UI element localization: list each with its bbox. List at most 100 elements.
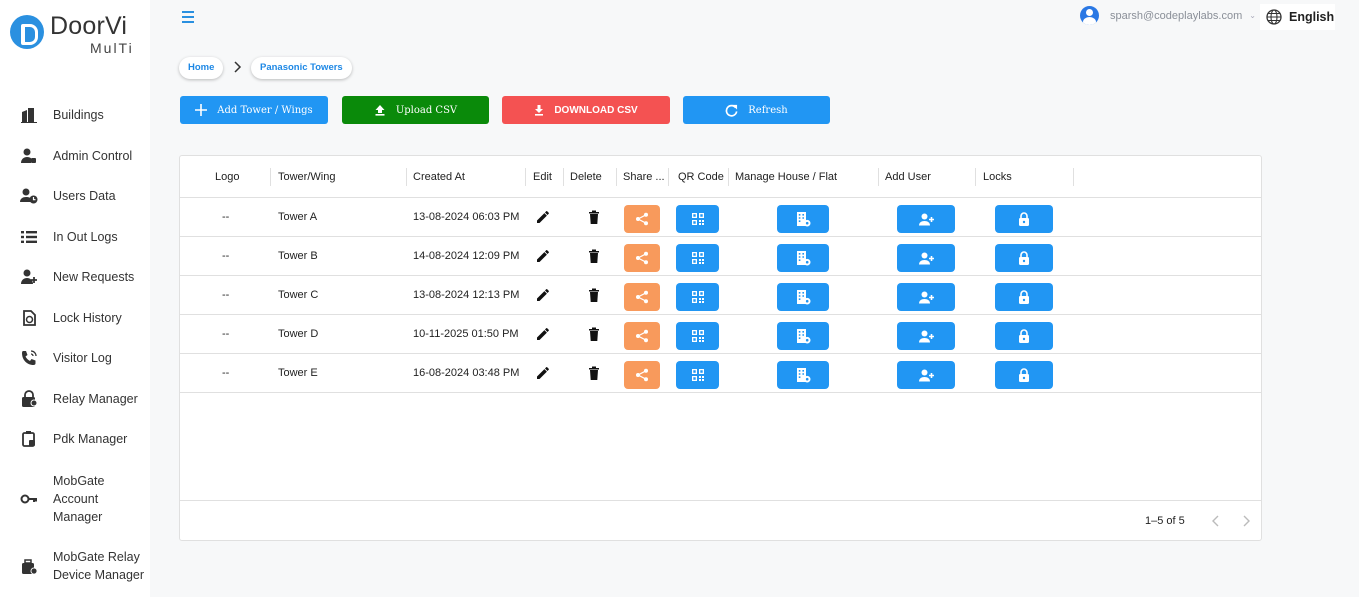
locks-button[interactable] [995,205,1053,233]
locks-button[interactable] [995,283,1053,311]
qr-code-button[interactable] [676,361,719,389]
chevron-right-icon [234,61,242,73]
share-button[interactable] [624,244,660,272]
sidebar-item-new-requests[interactable]: New Requests [0,268,150,286]
share-button[interactable] [624,361,660,389]
manage-house-button[interactable] [777,322,829,350]
sidebar-item-pdk-manager[interactable]: Pdk Manager [0,430,150,448]
refresh-button[interactable]: Refresh [683,96,830,124]
chevron-right-icon[interactable] [1239,514,1253,528]
chevron-down-icon: ⌄ [1249,11,1256,20]
locks-button[interactable] [995,244,1053,272]
manage-house-button[interactable] [777,205,829,233]
user-menu[interactable]: sparsh@codeplaylabs.com ⌄ [1080,6,1256,25]
column-header-locks[interactable]: Locks [983,156,1012,198]
share-button[interactable] [624,322,660,350]
edit-icon[interactable] [535,287,551,303]
row-created-at: 14-08-2024 12:09 PM [413,250,520,262]
sidebar-item-label: Lock History [53,311,122,325]
sidebar-item-users-data[interactable]: Users Data [0,187,150,205]
row-tower-name: Tower E [278,367,318,379]
column-header-edit[interactable]: Edit [533,156,552,198]
delete-icon[interactable] [586,365,602,381]
column-header-share[interactable]: Share ... [623,156,665,198]
add-tower-button[interactable]: Add Tower / Wings [180,96,328,124]
edit-icon[interactable] [535,248,551,264]
person-add-icon [21,269,37,284]
sidebar-item-mobgate-relay-device-manager[interactable]: MobGate Relay Device Manager [0,548,150,584]
qr-code-button[interactable] [676,244,719,272]
user-email: sparsh@codeplaylabs.com [1110,9,1243,22]
row-created-at: 16-08-2024 03:48 PM [413,367,520,379]
qr-code-icon [691,369,704,381]
add-user-button[interactable] [897,361,955,389]
add-user-button[interactable] [897,205,955,233]
edit-icon[interactable] [535,365,551,381]
sidebar-item-visitor-log[interactable]: Visitor Log [0,349,150,367]
share-icon [636,368,648,382]
share-button[interactable] [624,205,660,233]
sidebar-item-buildings[interactable]: Buildings [0,106,150,124]
download-csv-button[interactable]: DOWNLOAD CSV [502,96,670,124]
user-add-icon [918,291,934,303]
share-icon [636,329,648,343]
column-header-manage-house[interactable]: Manage House / Flat [735,156,837,198]
upload-csv-button[interactable]: Upload CSV [342,96,489,124]
app-logo[interactable]: DoorVi MulTi [10,14,134,55]
qr-code-button[interactable] [676,322,719,350]
delete-icon[interactable] [586,326,602,342]
upload-csv-label: Upload CSV [395,104,458,116]
globe-icon [1266,9,1282,25]
delete-icon[interactable] [586,209,602,225]
add-user-button[interactable] [897,244,955,272]
chevron-left-icon[interactable] [1209,514,1223,528]
column-header-created[interactable]: Created At [413,156,465,198]
locks-button[interactable] [995,361,1053,389]
building-settings-icon [797,329,811,344]
manage-house-button[interactable] [777,244,829,272]
sidebar-item-in-out-logs[interactable]: In Out Logs [0,228,150,246]
column-header-logo[interactable]: Logo [215,156,239,198]
sidebar-item-admin-control[interactable]: Admin Control [0,147,150,165]
manage-house-button[interactable] [777,283,829,311]
language-selector[interactable]: English [1260,4,1335,30]
breadcrumb-home[interactable]: Home [179,57,224,79]
delete-icon[interactable] [586,287,602,303]
qr-code-icon [691,330,704,342]
column-header-tower[interactable]: Tower/Wing [278,156,335,198]
column-header-add-user[interactable]: Add User [885,156,931,198]
user-avatar-icon [1080,6,1099,25]
buildings-icon [21,108,37,123]
qr-code-button[interactable] [676,205,719,233]
refresh-label: Refresh [748,104,788,116]
qr-code-button[interactable] [676,283,719,311]
locks-button[interactable] [995,322,1053,350]
row-created-at: 13-08-2024 12:13 PM [413,289,520,301]
lock-gear-icon [22,390,38,407]
share-button[interactable] [624,283,660,311]
breadcrumb-current[interactable]: Panasonic Towers [251,57,352,79]
user-add-icon [918,330,934,342]
table-header: Logo Tower/Wing Created At Edit Delete S… [180,156,1261,198]
building-settings-icon [797,290,811,305]
user-add-icon [918,369,934,381]
sidebar-item-mobgate-account-manager[interactable]: MobGate Account Manager [0,472,150,526]
sidebar-item-label: Pdk Manager [53,432,128,446]
device-clock-icon [22,559,38,575]
manage-house-button[interactable] [777,361,829,389]
menu-toggle-icon[interactable] [182,11,198,25]
column-header-qr-code[interactable]: QR Code [678,156,724,198]
share-icon [636,212,648,226]
column-header-delete[interactable]: Delete [570,156,602,198]
qr-code-icon [691,252,704,264]
edit-icon[interactable] [535,326,551,342]
lock-icon [1019,251,1029,265]
sidebar-item-lock-history[interactable]: Lock History [0,309,150,327]
add-user-button[interactable] [897,322,955,350]
delete-icon[interactable] [586,248,602,264]
row-logo: -- [222,250,230,262]
add-user-button[interactable] [897,283,955,311]
edit-icon[interactable] [535,209,551,225]
logo-subtitle: MulTi [90,40,134,56]
sidebar-item-relay-manager[interactable]: Relay Manager [0,390,150,408]
